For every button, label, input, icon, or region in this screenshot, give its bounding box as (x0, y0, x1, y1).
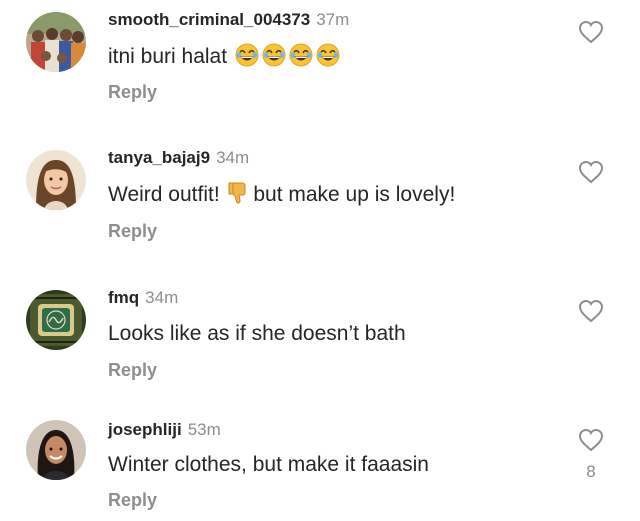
timestamp: 53m (187, 420, 221, 439)
comment-item: fmq 34m Looks like as if she doesn’t bath… (0, 280, 640, 390)
comment-item: tanya_bajaj9 34m Weird outfit! but make u… (0, 140, 640, 250)
reply-button[interactable]: Reply (108, 360, 157, 380)
group-photo-icon (26, 12, 86, 72)
comment-meta: fmq 34m (108, 288, 178, 308)
like-count: 8 (586, 462, 596, 481)
avatar[interactable] (26, 12, 86, 72)
avatar[interactable] (26, 150, 86, 210)
comment-meta: josephliji 53m (108, 420, 221, 440)
calligraphy-emblem-icon (26, 290, 86, 350)
username[interactable]: josephliji (108, 420, 182, 439)
comment-text: Winter clothes, but make it faaasin (108, 453, 429, 476)
laughing-emoji-icon (235, 43, 343, 74)
avatar[interactable] (26, 290, 86, 350)
woman-portrait-icon (26, 420, 86, 480)
comment-meta: smooth_criminal_004373 37m (108, 10, 349, 30)
comment-text: Looks like as if she doesn’t bath (108, 322, 406, 345)
timestamp: 34m (216, 148, 250, 167)
heart-outline-icon (578, 20, 604, 44)
comment-text: itni buri halat (108, 43, 343, 74)
timestamp: 34m (145, 288, 179, 307)
reply-button[interactable]: Reply (108, 490, 157, 510)
heart-outline-icon (578, 160, 604, 184)
like-button[interactable] (578, 299, 604, 323)
timestamp: 37m (316, 10, 350, 29)
comment-body: itni buri halat (108, 45, 228, 68)
thumbs-down-icon (228, 181, 248, 212)
comment-item: smooth_criminal_004373 37m itni buri hala… (0, 0, 640, 110)
username[interactable]: fmq (108, 288, 139, 307)
reply-button[interactable]: Reply (108, 82, 157, 102)
comment-body-part: Weird outfit! (108, 183, 220, 206)
woman-portrait-icon (26, 150, 86, 210)
reply-button[interactable]: Reply (108, 221, 157, 241)
comment-meta: tanya_bajaj9 34m (108, 148, 249, 168)
comment-body-part: but make up is lovely! (253, 183, 456, 206)
like-button[interactable] (578, 20, 604, 44)
like-button[interactable] (578, 428, 604, 452)
comment-text: Weird outfit! but make up is lovely! (108, 181, 455, 212)
avatar[interactable] (26, 420, 86, 480)
username[interactable]: tanya_bajaj9 (108, 148, 210, 167)
username[interactable]: smooth_criminal_004373 (108, 10, 310, 29)
heart-outline-icon (578, 299, 604, 323)
heart-outline-icon (578, 428, 604, 452)
comment-item: josephliji 53m Winter clothes, but make i… (0, 410, 640, 520)
like-button[interactable] (578, 160, 604, 184)
